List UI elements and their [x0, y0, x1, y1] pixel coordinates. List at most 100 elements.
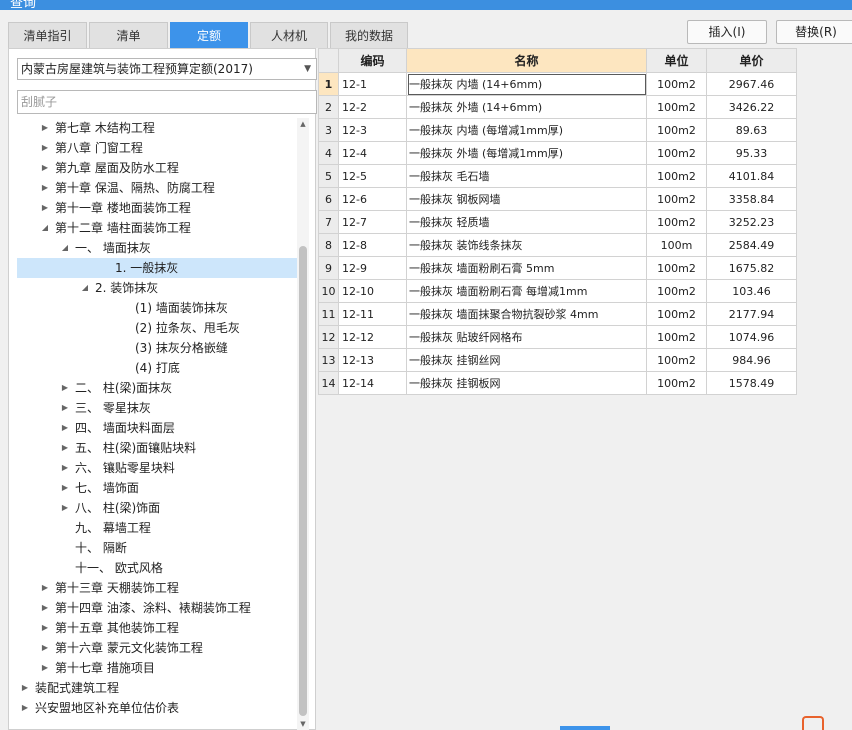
- expand-arrow-icon[interactable]: ▶: [59, 418, 71, 438]
- collapse-arrow-icon[interactable]: ◢: [59, 238, 71, 258]
- name-cell[interactable]: 一般抹灰 内墙 (14+6mm): [406, 72, 647, 96]
- price-cell[interactable]: 2584.49: [706, 233, 797, 257]
- tree-node[interactable]: (3) 抹灰分格嵌缝: [17, 338, 297, 358]
- table-row[interactable]: 9 12-9 一般抹灰 墙面粉刷石膏 5mm 100m2 1675.82: [318, 256, 797, 280]
- tree-node[interactable]: ▶ 兴安盟地区补充单位估价表: [17, 698, 297, 718]
- unit-cell[interactable]: 100m2: [646, 348, 707, 372]
- price-cell[interactable]: 3252.23: [706, 210, 797, 234]
- scroll-thumb[interactable]: [299, 246, 307, 716]
- tree-node[interactable]: ◢ 一、 墙面抹灰: [17, 238, 297, 258]
- price-cell[interactable]: 984.96: [706, 348, 797, 372]
- name-cell[interactable]: 一般抹灰 挂钢丝网: [406, 348, 647, 372]
- expand-arrow-icon[interactable]: ▶: [59, 478, 71, 498]
- row-number[interactable]: 5: [318, 164, 339, 188]
- table-row[interactable]: 3 12-3 一般抹灰 内墙 (每增减1mm厚) 100m2 89.63: [318, 118, 797, 142]
- tab-quota[interactable]: 定额: [170, 22, 248, 48]
- insert-button[interactable]: 插入(I): [687, 20, 767, 44]
- name-cell[interactable]: 一般抹灰 挂钢板网: [406, 371, 647, 395]
- code-cell[interactable]: 12-7: [338, 210, 407, 234]
- column-header-name[interactable]: 名称: [406, 48, 647, 73]
- row-number[interactable]: 3: [318, 118, 339, 142]
- price-cell[interactable]: 4101.84: [706, 164, 797, 188]
- unit-cell[interactable]: 100m2: [646, 118, 707, 142]
- search-input[interactable]: 刮腻子: [17, 90, 317, 114]
- tab-bill[interactable]: 清单: [89, 22, 168, 48]
- row-number[interactable]: 2: [318, 95, 339, 119]
- tree-node[interactable]: 十、 隔断: [17, 538, 297, 558]
- expand-arrow-icon[interactable]: ▶: [59, 378, 71, 398]
- unit-cell[interactable]: 100m2: [646, 325, 707, 349]
- tree-node[interactable]: ▶ 第十三章 天棚装饰工程: [17, 578, 297, 598]
- name-cell[interactable]: 一般抹灰 外墙 (14+6mm): [406, 95, 647, 119]
- tree-node[interactable]: ▶ 第八章 门窗工程: [17, 138, 297, 158]
- table-row[interactable]: 1 12-1 一般抹灰 内墙 (14+6mm) 100m2 2967.46: [318, 72, 797, 96]
- unit-cell[interactable]: 100m2: [646, 141, 707, 165]
- tree-node[interactable]: ▶ 第七章 木结构工程: [17, 118, 297, 138]
- tree-node[interactable]: ▶ 第十章 保温、隔热、防腐工程: [17, 178, 297, 198]
- table-row[interactable]: 11 12-11 一般抹灰 墙面抹聚合物抗裂砂浆 4mm 100m2 2177.94: [318, 302, 797, 326]
- table-row[interactable]: 7 12-7 一般抹灰 轻质墙 100m2 3252.23: [318, 210, 797, 234]
- name-cell[interactable]: 一般抹灰 外墙 (每增减1mm厚): [406, 141, 647, 165]
- row-number[interactable]: 12: [318, 325, 339, 349]
- unit-cell[interactable]: 100m2: [646, 72, 707, 96]
- code-cell[interactable]: 12-14: [338, 371, 407, 395]
- table-row[interactable]: 12 12-12 一般抹灰 贴玻纤网格布 100m2 1074.96: [318, 325, 797, 349]
- name-cell[interactable]: 一般抹灰 装饰线条抹灰: [406, 233, 647, 257]
- tree-node[interactable]: 十一、 欧式风格: [17, 558, 297, 578]
- row-number[interactable]: 7: [318, 210, 339, 234]
- collapse-arrow-icon[interactable]: ◢: [79, 278, 91, 298]
- price-cell[interactable]: 3358.84: [706, 187, 797, 211]
- unit-cell[interactable]: 100m2: [646, 302, 707, 326]
- code-cell[interactable]: 12-2: [338, 95, 407, 119]
- row-number[interactable]: 8: [318, 233, 339, 257]
- expand-arrow-icon[interactable]: ▶: [39, 198, 51, 218]
- price-cell[interactable]: 1578.49: [706, 371, 797, 395]
- expand-arrow-icon[interactable]: ▶: [39, 578, 51, 598]
- code-cell[interactable]: 12-1: [338, 72, 407, 96]
- tab-bill-guide[interactable]: 清单指引: [8, 22, 87, 48]
- tree-node[interactable]: ▶ 第九章 屋面及防水工程: [17, 158, 297, 178]
- expand-arrow-icon[interactable]: ▶: [59, 438, 71, 458]
- row-number[interactable]: 9: [318, 256, 339, 280]
- row-number[interactable]: 4: [318, 141, 339, 165]
- tree-node[interactable]: ▶ 第十四章 油漆、涂料、裱糊装饰工程: [17, 598, 297, 618]
- row-number[interactable]: 6: [318, 187, 339, 211]
- code-cell[interactable]: 12-10: [338, 279, 407, 303]
- expand-arrow-icon[interactable]: ▶: [39, 638, 51, 658]
- price-cell[interactable]: 89.63: [706, 118, 797, 142]
- column-header-unit[interactable]: 单位: [646, 48, 707, 73]
- column-header-price[interactable]: 单价: [706, 48, 797, 73]
- tree-node[interactable]: ▶ 第十五章 其他装饰工程: [17, 618, 297, 638]
- unit-cell[interactable]: 100m: [646, 233, 707, 257]
- code-cell[interactable]: 12-5: [338, 164, 407, 188]
- row-number[interactable]: 1: [318, 72, 339, 96]
- price-cell[interactable]: 1074.96: [706, 325, 797, 349]
- code-cell[interactable]: 12-4: [338, 141, 407, 165]
- tree-node[interactable]: ▶ 第十六章 蒙元文化装饰工程: [17, 638, 297, 658]
- expand-arrow-icon[interactable]: ▶: [39, 658, 51, 678]
- tree-node[interactable]: ▶ 八、 柱(梁)饰面: [17, 498, 297, 518]
- expand-arrow-icon[interactable]: ▶: [59, 458, 71, 478]
- code-cell[interactable]: 12-6: [338, 187, 407, 211]
- collapse-arrow-icon[interactable]: ◢: [39, 218, 51, 238]
- row-number[interactable]: 14: [318, 371, 339, 395]
- price-cell[interactable]: 1675.82: [706, 256, 797, 280]
- unit-cell[interactable]: 100m2: [646, 210, 707, 234]
- price-cell[interactable]: 103.46: [706, 279, 797, 303]
- table-row[interactable]: 10 12-10 一般抹灰 墙面粉刷石膏 每增减1mm 100m2 103.46: [318, 279, 797, 303]
- tree-node[interactable]: ▶ 六、 镶贴零星块料: [17, 458, 297, 478]
- code-cell[interactable]: 12-3: [338, 118, 407, 142]
- unit-cell[interactable]: 100m2: [646, 164, 707, 188]
- unit-cell[interactable]: 100m2: [646, 187, 707, 211]
- tree-node[interactable]: ▶ 二、 柱(梁)面抹灰: [17, 378, 297, 398]
- tree-node[interactable]: 九、 幕墙工程: [17, 518, 297, 538]
- row-number[interactable]: 11: [318, 302, 339, 326]
- expand-arrow-icon[interactable]: ▶: [39, 138, 51, 158]
- table-row[interactable]: 8 12-8 一般抹灰 装饰线条抹灰 100m 2584.49: [318, 233, 797, 257]
- name-cell[interactable]: 一般抹灰 轻质墙: [406, 210, 647, 234]
- tree-node[interactable]: (1) 墙面装饰抹灰: [17, 298, 297, 318]
- tree-node[interactable]: ▶ 七、 墙饰面: [17, 478, 297, 498]
- tab-labor-material-machine[interactable]: 人材机: [250, 22, 328, 48]
- expand-arrow-icon[interactable]: ▶: [39, 618, 51, 638]
- name-cell[interactable]: 一般抹灰 贴玻纤网格布: [406, 325, 647, 349]
